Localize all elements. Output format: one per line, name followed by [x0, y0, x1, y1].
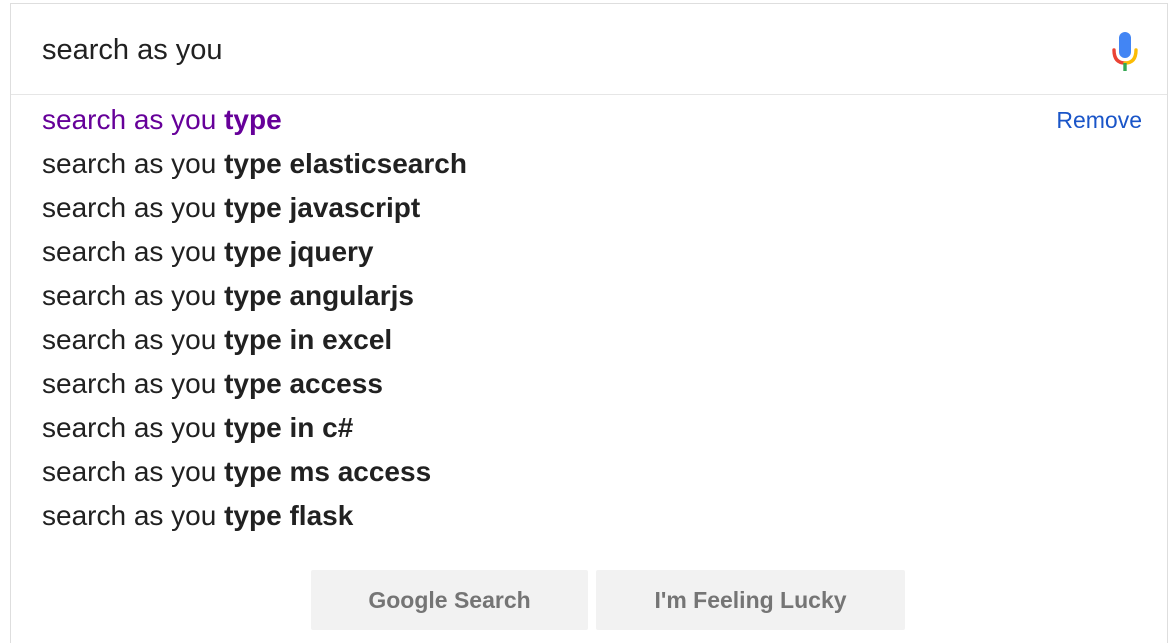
suggestion-item[interactable]: search as you type in c# — [42, 406, 1142, 450]
suggestion-item[interactable]: search as you type ms access — [42, 450, 1142, 494]
suggestion-prefix: search as you — [42, 500, 225, 531]
suggestion-completion: type access — [224, 368, 383, 399]
suggestion-prefix: search as you — [42, 412, 225, 443]
suggestion-item[interactable]: search as you type elasticsearch — [42, 142, 1142, 186]
suggestion-item[interactable]: search as you type angularjs — [42, 274, 1142, 318]
suggestion-prefix: search as you — [42, 104, 225, 135]
suggestion-prefix: search as you — [42, 324, 225, 355]
remove-suggestion-link[interactable]: Remove — [1056, 98, 1142, 142]
search-input[interactable] — [42, 28, 1082, 72]
suggestion-prefix: search as you — [42, 368, 225, 399]
search-panel: search as you type Remove search as you … — [10, 3, 1168, 643]
suggestion-prefix: search as you — [42, 192, 225, 223]
suggestion-prefix: search as you — [42, 456, 225, 487]
google-search-button[interactable]: Google Search — [311, 570, 588, 630]
suggestion-item[interactable]: search as you type access — [42, 362, 1142, 406]
suggestion-completion: type angularjs — [224, 280, 414, 311]
microphone-icon[interactable] — [1111, 30, 1139, 76]
suggestion-completion: type in c# — [224, 412, 354, 443]
suggestion-completion: type jquery — [224, 236, 374, 267]
suggestion-completion: type in excel — [224, 324, 393, 355]
button-row: Google Search I'm Feeling Lucky — [11, 570, 1167, 630]
suggestion-completion: type ms access — [224, 456, 432, 487]
search-bar — [11, 4, 1167, 95]
suggestion-prefix: search as you — [42, 280, 225, 311]
suggestion-item[interactable]: search as you type Remove — [42, 98, 1142, 142]
suggestion-prefix: search as you — [42, 148, 225, 179]
suggestion-item[interactable]: search as you type jquery — [42, 230, 1142, 274]
feeling-lucky-button[interactable]: I'm Feeling Lucky — [596, 570, 905, 630]
suggestion-completion: type flask — [224, 500, 354, 531]
suggestion-item[interactable]: search as you type javascript — [42, 186, 1142, 230]
suggestion-item[interactable]: search as you type flask — [42, 494, 1142, 538]
suggestion-completion: type javascript — [224, 192, 421, 223]
suggestion-completion: type — [224, 104, 282, 135]
suggestion-item[interactable]: search as you type in excel — [42, 318, 1142, 362]
suggestion-prefix: search as you — [42, 236, 225, 267]
suggestion-list: search as you type Remove search as you … — [42, 98, 1142, 538]
suggestion-completion: type elasticsearch — [224, 148, 467, 179]
